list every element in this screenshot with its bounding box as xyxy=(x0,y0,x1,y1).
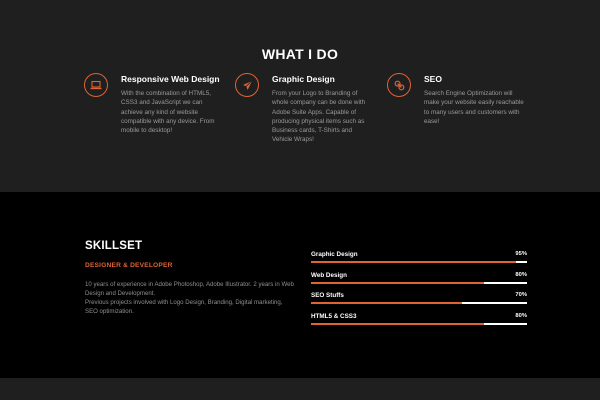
service-title: SEO xyxy=(424,74,442,84)
skill-percent: 80% xyxy=(515,272,527,278)
skillset-subtitle: DESIGNER & DEVELOPER xyxy=(85,262,173,269)
skill-label: SEO Stuffs xyxy=(311,292,344,299)
skill-percent: 70% xyxy=(515,292,527,298)
what-i-do-section: WHAT I DO Responsive Web Design With the… xyxy=(0,0,600,192)
link-icon xyxy=(387,73,411,97)
skill-percent: 95% xyxy=(515,251,527,257)
service-description: Search Engine Optimization will make you… xyxy=(424,90,524,125)
footer-strip xyxy=(0,378,600,400)
skillset-paragraph: Previous projects involved with Logo Des… xyxy=(85,299,283,315)
laptop-icon xyxy=(84,73,108,97)
skill-fill xyxy=(311,323,484,325)
service-description: From your Logo to Branding of whole comp… xyxy=(272,90,366,144)
service-title: Graphic Design xyxy=(272,74,335,84)
skill-label: Graphic Design xyxy=(311,251,358,258)
service-title: Responsive Web Design xyxy=(121,74,220,84)
skill-track xyxy=(311,282,527,284)
skill-track xyxy=(311,302,527,304)
skill-track xyxy=(311,323,527,325)
skillset-section: SKILLSET DESIGNER & DEVELOPER 10 years o… xyxy=(0,192,600,378)
skillset-heading: SKILLSET xyxy=(85,240,143,252)
skillset-paragraph: 10 years of experience in Adobe Photosho… xyxy=(85,281,294,297)
service-description: With the combination of HTML5, CSS3 and … xyxy=(121,90,215,135)
what-i-do-heading: WHAT I DO xyxy=(261,46,339,62)
skill-percent: 80% xyxy=(515,313,527,319)
paper-plane-icon xyxy=(235,73,259,97)
skill-fill xyxy=(311,302,463,304)
skill-fill xyxy=(311,282,484,284)
skill-label: HTML5 & CSS3 xyxy=(311,313,357,320)
skill-track xyxy=(311,261,527,263)
skill-fill xyxy=(311,261,517,263)
skill-label: Web Design xyxy=(311,272,347,279)
